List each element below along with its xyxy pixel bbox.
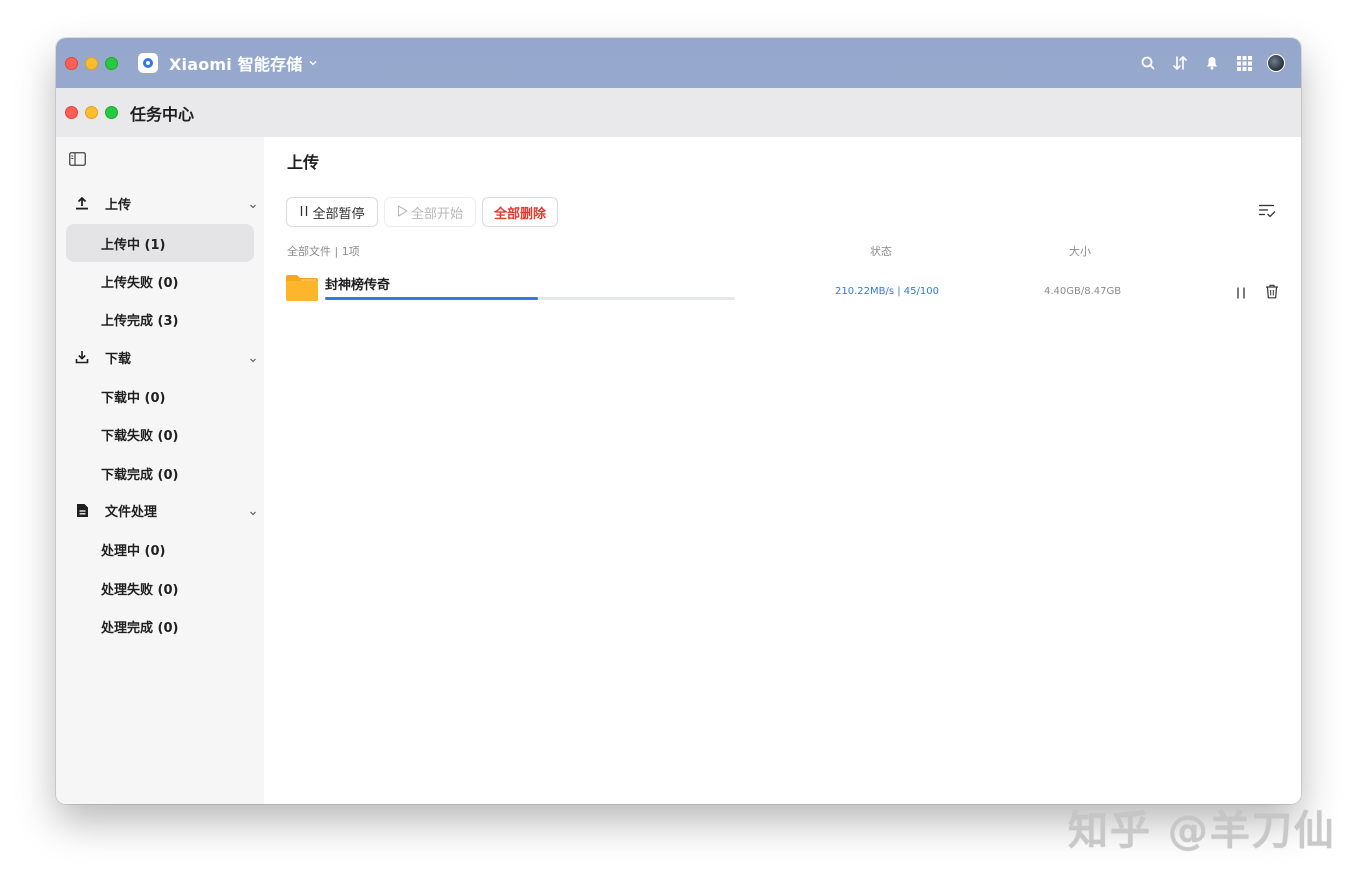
sidebar-item-processing-completed[interactable]: 处理完成 (0) — [66, 607, 254, 645]
app-traffic-lights — [56, 56, 118, 70]
sidebar-item-label: 上传中 (1) — [101, 237, 166, 253]
watermark: 知乎 @羊刀仙 — [1068, 808, 1336, 854]
sidebar-item-label: 处理失败 (0) — [101, 582, 179, 598]
sidebar-item-processing-failed[interactable]: 处理失败 (0) — [66, 569, 254, 607]
file-name: 封神榜传奇 — [325, 278, 391, 293]
sidebar-group-label: 下载 — [105, 351, 132, 367]
sidebar-group-download[interactable]: 下载 — [56, 339, 264, 375]
task-zoom-button[interactable] — [105, 106, 118, 119]
sidebar-item-label: 上传失败 (0) — [101, 275, 179, 291]
pause-icon — [299, 205, 309, 220]
sidebar-item-label: 处理中 (0) — [101, 543, 166, 559]
bell-icon[interactable] — [1203, 54, 1221, 72]
sidebar-toggle-icon[interactable] — [69, 151, 86, 166]
delete-all-button[interactable]: 全部删除 — [482, 197, 558, 227]
task-minimize-button[interactable] — [85, 106, 98, 119]
upload-progress-fill — [325, 297, 539, 300]
trash-icon[interactable] — [1265, 284, 1279, 299]
sidebar-group-label: 文件处理 — [105, 504, 158, 520]
sidebar-group-file-processing[interactable]: 文件处理 — [56, 492, 264, 528]
chevron-down-icon[interactable] — [248, 503, 258, 516]
column-header-status: 状态 — [870, 245, 892, 258]
search-icon[interactable] — [1139, 54, 1157, 72]
sidebar-group-label: 上传 — [105, 197, 132, 213]
sidebar-item-download-failed[interactable]: 下载失败 (0) — [66, 415, 254, 453]
table-row[interactable]: 封神榜传奇 210.22MB/s | 45/100 4.40GB/8.47GB — [286, 271, 1281, 307]
sidebar-item-upload-failed[interactable]: 上传失败 (0) — [66, 262, 254, 300]
task-close-button[interactable] — [65, 106, 78, 119]
sidebar-item-label: 下载中 (0) — [101, 390, 166, 406]
file-size: 4.40GB/8.47GB — [1044, 286, 1122, 297]
upload-icon — [74, 195, 90, 211]
task-center-window: 任务中心 上传 上传中 (1) 上传失败 (0) 上传完成 (3) 下载 下载中… — [56, 88, 1301, 804]
document-icon — [74, 502, 90, 518]
column-header-files: 全部文件 | 1项 — [287, 245, 360, 258]
apps-grid-icon[interactable] — [1235, 54, 1253, 72]
sidebar-item-processing[interactable]: 处理中 (0) — [66, 530, 254, 568]
transfer-status: 210.22MB/s | 45/100 — [835, 286, 939, 297]
task-center-titlebar: 任务中心 — [56, 88, 1301, 137]
column-header-size: 大小 — [1069, 245, 1091, 258]
app-minimize-button[interactable] — [85, 56, 98, 70]
sidebar-group-upload[interactable]: 上传 — [56, 185, 264, 221]
chevron-down-icon[interactable] — [248, 350, 258, 363]
folder-icon — [286, 275, 318, 301]
task-traffic-lights — [56, 106, 118, 119]
app-close-button[interactable] — [65, 56, 78, 70]
pause-all-button[interactable]: 全部暂停 — [286, 197, 378, 227]
pause-all-label: 全部暂停 — [312, 206, 365, 222]
sidebar-item-label: 上传完成 (3) — [101, 313, 179, 329]
app-titlebar: Xiaomi 智能存储 — [56, 38, 1301, 88]
sidebar-item-download-completed[interactable]: 下载完成 (0) — [66, 454, 254, 492]
download-icon — [74, 349, 90, 365]
transfer-icon[interactable] — [1171, 54, 1189, 72]
app-window: Xiaomi 智能存储 任务中心 上传 上传中 (1) 上传失败 (0) 上传完… — [56, 38, 1301, 804]
app-zoom-button[interactable] — [105, 56, 118, 70]
sidebar-item-uploading[interactable]: 上传中 (1) — [66, 224, 254, 262]
sidebar-item-downloading[interactable]: 下载中 (0) — [66, 377, 254, 415]
sidebar-item-label: 下载失败 (0) — [101, 428, 179, 444]
sort-check-icon[interactable] — [1258, 203, 1276, 219]
top-toolbar — [1139, 38, 1285, 88]
start-all-button[interactable]: 全部开始 — [384, 197, 476, 227]
sidebar-item-label: 处理完成 (0) — [101, 620, 179, 636]
play-icon — [397, 204, 408, 220]
avatar[interactable] — [1267, 54, 1285, 72]
upload-progress-bar — [325, 297, 735, 300]
page-title: 上传 — [287, 153, 320, 172]
chevron-down-icon[interactable] — [248, 196, 258, 209]
sidebar: 上传 上传中 (1) 上传失败 (0) 上传完成 (3) 下载 下载中 (0) … — [56, 137, 264, 804]
main-panel: 上传 全部暂停 全部开始 全部删除 全部文件 | 1项 状态 大小 封神榜传奇 … — [264, 137, 1301, 804]
start-all-label: 全部开始 — [410, 206, 463, 222]
chevron-down-icon[interactable] — [308, 58, 318, 71]
sidebar-item-label: 下载完成 (0) — [101, 467, 179, 483]
sidebar-item-upload-completed[interactable]: 上传完成 (3) — [66, 300, 254, 338]
window-title: 任务中心 — [130, 104, 195, 124]
app-logo-icon — [138, 53, 158, 73]
app-title[interactable]: Xiaomi 智能存储 — [169, 51, 303, 75]
delete-all-label: 全部删除 — [493, 206, 546, 222]
pause-icon[interactable] — [1234, 285, 1248, 299]
